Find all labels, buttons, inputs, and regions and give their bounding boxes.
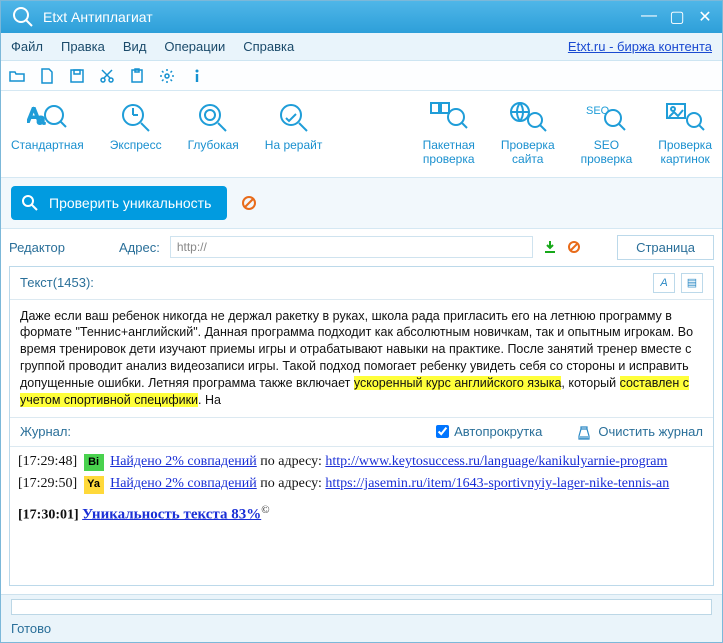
uniqueness-result: Уникальность текста 83% xyxy=(82,506,261,522)
menu-file[interactable]: Файл xyxy=(11,39,43,54)
text-header: Текст(1453): xyxy=(20,275,653,290)
highlight-span: ускоренный курс английского языка xyxy=(354,376,562,390)
cut-icon[interactable] xyxy=(99,68,117,84)
mode-images[interactable]: Проверка картинок xyxy=(658,99,712,167)
standard-icon: Aa xyxy=(24,99,70,135)
info-icon[interactable] xyxy=(189,68,207,84)
download-icon[interactable] xyxy=(543,240,557,254)
check-uniqueness-button[interactable]: Проверить уникальность xyxy=(11,186,227,220)
source-url[interactable]: https://jasemin.ru/item/1643-sportivnyiy… xyxy=(325,476,669,491)
settings-icon[interactable] xyxy=(159,68,177,84)
minimize-button[interactable]: — xyxy=(640,7,658,27)
batch-icon xyxy=(426,99,472,135)
journal-row: [17:29:48] Bi Найдено 2% совпадений по а… xyxy=(18,451,705,473)
save-icon[interactable] xyxy=(69,68,87,84)
layout-toggle-icon[interactable]: ▤ xyxy=(681,273,703,293)
etxt-link[interactable]: Etxt.ru - биржа контента xyxy=(568,39,712,54)
autoscroll-checkbox[interactable]: Автопрокрутка xyxy=(436,424,542,439)
source-url[interactable]: http://www.keytosuccess.ru/language/kani… xyxy=(325,454,667,469)
seo-icon: SEO xyxy=(583,99,629,135)
editor-label: Редактор xyxy=(9,240,109,255)
app-logo xyxy=(9,3,37,31)
open-icon[interactable] xyxy=(9,68,27,84)
match-link[interactable]: Найдено 2% совпадений xyxy=(110,454,257,469)
stop-icon[interactable] xyxy=(241,195,257,211)
paste-icon[interactable] xyxy=(129,68,147,84)
maximize-button[interactable]: ▢ xyxy=(668,7,686,27)
text-body[interactable]: Даже если ваш ребенок никогда не держал … xyxy=(10,300,713,417)
highlight-toggle-icon[interactable]: A xyxy=(653,273,675,293)
images-icon xyxy=(662,99,708,135)
batch-label: Пакетная проверка xyxy=(423,139,475,167)
status-text: Готово xyxy=(11,621,712,636)
journal-header: Журнал: xyxy=(20,424,436,439)
mode-site[interactable]: Проверка сайта xyxy=(501,99,555,167)
clear-journal-button[interactable]: Очистить журнал xyxy=(576,424,703,440)
deep-icon xyxy=(190,99,236,135)
menu-edit[interactable]: Правка xyxy=(61,39,105,54)
mode-express[interactable]: Экспресс xyxy=(110,99,162,153)
window-title: Etxt Антиплагиат xyxy=(43,9,640,25)
mode-rewrite[interactable]: На рерайт xyxy=(265,99,323,153)
mode-seo[interactable]: SEO SEO проверка xyxy=(581,99,633,167)
journal-row: [17:29:50] Ya Найдено 2% совпадений по а… xyxy=(18,473,705,495)
mode-batch[interactable]: Пакетная проверка xyxy=(423,99,475,167)
site-icon xyxy=(505,99,551,135)
page-tab[interactable]: Страница xyxy=(617,235,714,260)
menu-help[interactable]: Справка xyxy=(243,39,294,54)
progress-bar xyxy=(11,599,712,615)
new-file-icon[interactable] xyxy=(39,68,57,84)
mode-deep[interactable]: Глубокая xyxy=(188,99,239,153)
close-button[interactable]: ✕ xyxy=(696,7,714,27)
mode-standard[interactable]: Aa Стандартная xyxy=(11,99,84,153)
address-input[interactable] xyxy=(170,236,533,258)
journal-body: [17:29:48] Bi Найдено 2% совпадений по а… xyxy=(10,447,713,535)
menu-operations[interactable]: Операции xyxy=(164,39,225,54)
menu-view[interactable]: Вид xyxy=(123,39,147,54)
address-label: Адрес: xyxy=(119,240,160,255)
express-icon xyxy=(113,99,159,135)
stop-small-icon[interactable] xyxy=(567,240,581,254)
svg-text:a: a xyxy=(37,111,45,127)
match-link[interactable]: Найдено 2% совпадений xyxy=(110,476,257,491)
rewrite-icon xyxy=(271,99,317,135)
